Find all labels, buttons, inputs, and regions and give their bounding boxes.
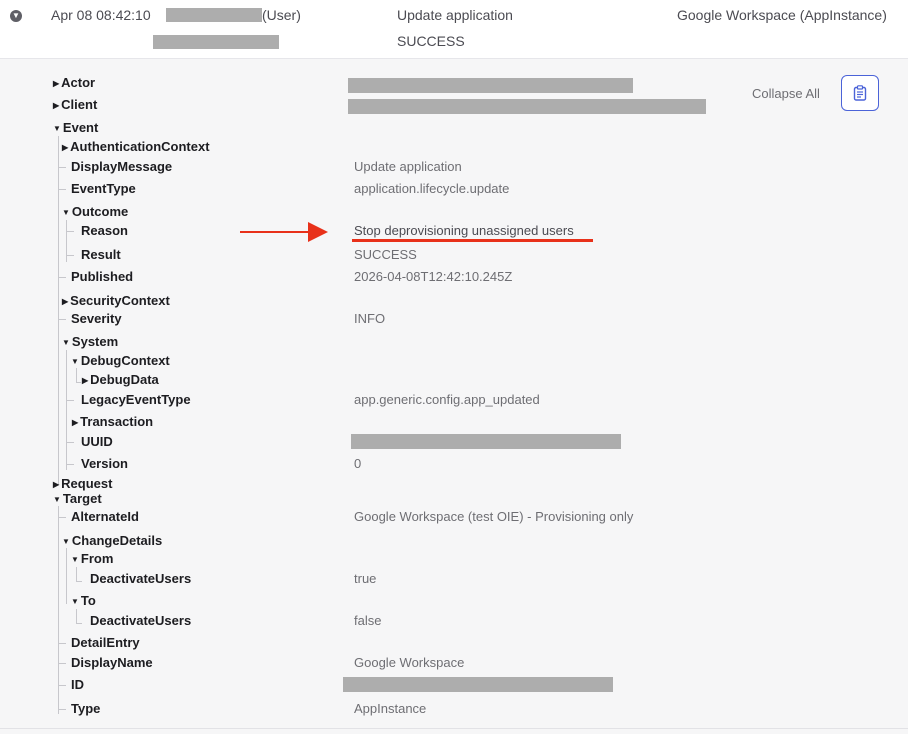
tree-value-deactivate-users-from: true — [354, 571, 377, 586]
tree-node-target[interactable]: ▼ Target — [53, 491, 102, 508]
caret-right-icon: ▶ — [53, 79, 60, 88]
tree-value-type: AppInstance — [354, 701, 427, 716]
tree-node-debug-context[interactable]: ▼ DebugContext — [71, 353, 170, 370]
redacted-uuid-value — [351, 434, 621, 449]
event-title: Update application — [397, 7, 513, 23]
tree-key-detail-entry: DetailEntry — [71, 635, 140, 650]
tree-node-event[interactable]: ▼ Event — [53, 120, 98, 137]
tree-key-legacy-event-type: LegacyEventType — [81, 392, 191, 407]
tree-key-deactivate-users-to: DeactivateUsers — [90, 613, 192, 628]
tree-value-published: 2026-04-08T12:42:10.245Z — [354, 269, 513, 284]
redacted-actor-value — [348, 78, 633, 93]
tree-value-display-name: Google Workspace — [354, 655, 465, 670]
redacted-id-value — [343, 677, 613, 692]
caret-down-icon: ▼ — [53, 495, 61, 504]
tree-value-alternate-id: Google Workspace (test OIE) - Provisioni… — [354, 509, 634, 524]
tree-key-type: Type — [71, 701, 101, 716]
tree-key-version: Version — [81, 456, 128, 471]
tree-key-result: Result — [81, 247, 121, 262]
caret-right-icon: ▶ — [53, 101, 60, 110]
tree-key-deactivate-users-from: DeactivateUsers — [90, 571, 192, 586]
panel-bottom-border — [0, 728, 908, 729]
collapse-all-button[interactable]: Collapse All — [752, 86, 820, 101]
tree-value-severity: INFO — [354, 311, 386, 326]
redacted-actor-detail — [153, 35, 279, 49]
event-header-row[interactable]: ▼ Apr 08 08:42:10 (User) Update applicat… — [0, 0, 908, 59]
tree-node-from[interactable]: ▼ From — [71, 551, 113, 568]
caret-down-icon: ▼ — [62, 208, 70, 217]
tree-node-client[interactable]: ▶ Client — [53, 97, 97, 114]
caret-right-icon: ▶ — [82, 376, 89, 385]
tree-node-transaction[interactable]: ▶ Transaction — [72, 414, 153, 431]
caret-right-icon: ▶ — [53, 480, 60, 489]
tree-value-display-message: Update application — [354, 159, 462, 174]
tree-node-system[interactable]: ▼ System — [62, 334, 118, 351]
tree-node-security-context[interactable]: ▶ SecurityContext — [62, 293, 170, 310]
tree-key-display-message: DisplayMessage — [71, 159, 173, 174]
annotation-underline — [352, 239, 593, 242]
tree-node-debug-data[interactable]: ▶ DebugData — [82, 372, 159, 389]
caret-down-icon: ▼ — [62, 537, 70, 546]
tree-node-change-details[interactable]: ▼ ChangeDetails — [62, 533, 162, 550]
redacted-client-value — [348, 99, 706, 114]
tree-value-result: SUCCESS — [354, 247, 417, 262]
caret-down-icon: ▼ — [71, 555, 79, 564]
caret-down-icon: ▼ — [62, 338, 70, 347]
actor-type: (User) — [262, 7, 301, 23]
copy-button[interactable] — [841, 75, 879, 111]
tree-key-alternate-id: AlternateId — [71, 509, 139, 524]
tree-key-reason: Reason — [81, 223, 128, 238]
caret-down-icon: ▼ — [53, 124, 61, 133]
tree-node-to[interactable]: ▼ To — [71, 593, 96, 610]
tree-node-outcome[interactable]: ▼ Outcome — [62, 204, 128, 221]
tree-value-legacy-event-type: app.generic.config.app_updated — [354, 392, 540, 407]
tree-node-actor[interactable]: ▶ Actor — [53, 75, 95, 92]
tree-value-version: 0 — [354, 456, 362, 471]
tree-node-authentication-context[interactable]: ▶ AuthenticationContext — [62, 139, 210, 156]
tree-key-event-type: EventType — [71, 181, 136, 196]
caret-right-icon: ▶ — [62, 297, 69, 306]
caret-right-icon: ▶ — [62, 143, 69, 152]
tree-key-severity: Severity — [71, 311, 122, 326]
chevron-down-icon[interactable]: ▼ — [10, 10, 22, 22]
caret-down-icon: ▼ — [71, 597, 79, 606]
event-date: Apr 08 08:42:10 — [51, 7, 151, 23]
tree-key-display-name: DisplayName — [71, 655, 153, 670]
redacted-actor-name — [166, 8, 262, 22]
tree-key-id: ID — [71, 677, 84, 692]
event-outcome: SUCCESS — [397, 33, 465, 49]
tree-key-published: Published — [71, 269, 134, 284]
tree-value-deactivate-users-to: false — [354, 613, 382, 628]
tree-value-reason: Stop deprovisioning unassigned users — [354, 223, 574, 238]
event-target: Google Workspace (AppInstance) — [677, 7, 887, 23]
clipboard-icon — [853, 85, 867, 101]
caret-right-icon: ▶ — [72, 418, 79, 427]
tree-value-event-type: application.lifecycle.update — [354, 181, 510, 196]
tree-key-uuid: UUID — [81, 434, 113, 449]
caret-down-icon: ▼ — [71, 357, 79, 366]
